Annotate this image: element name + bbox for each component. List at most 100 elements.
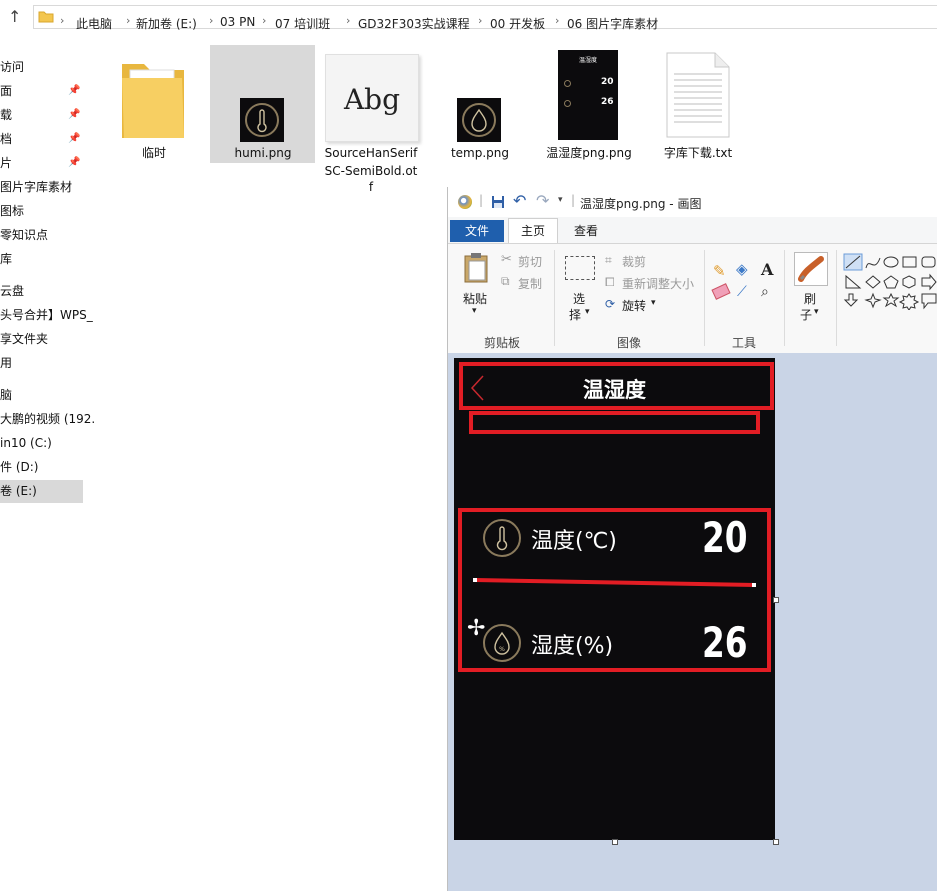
breadcrumb-item[interactable]: 新加卷 (E:) bbox=[136, 15, 197, 32]
crop-label[interactable]: 裁剪 bbox=[622, 253, 646, 270]
select-icon[interactable] bbox=[565, 256, 595, 280]
brush-label[interactable]: 刷 bbox=[804, 290, 816, 307]
brush-label[interactable]: 子 bbox=[800, 306, 812, 323]
image-thumbnail bbox=[240, 98, 284, 142]
pin-icon: 📌 bbox=[68, 157, 81, 168]
select-label[interactable]: 选 bbox=[573, 290, 585, 307]
eraser-icon[interactable] bbox=[711, 283, 731, 300]
window-title: 温湿度png.png - 画图 bbox=[580, 197, 702, 211]
fill-icon[interactable]: ◈ bbox=[736, 260, 748, 278]
resize-handle[interactable] bbox=[612, 839, 618, 845]
nav-item[interactable]: 脑 bbox=[0, 384, 12, 406]
image-thumbnail: 温湿度 20 26 bbox=[558, 50, 618, 140]
breadcrumb-item[interactable]: 07 培训班 bbox=[275, 15, 330, 32]
breadcrumb-item[interactable]: 00 开发板 bbox=[490, 15, 545, 32]
cut-label[interactable]: 剪切 bbox=[518, 253, 542, 270]
humidity-icon: % bbox=[483, 624, 521, 662]
humidity-icon bbox=[564, 100, 571, 107]
paint-app-icon[interactable] bbox=[458, 195, 472, 209]
folder-icon bbox=[38, 11, 54, 23]
resize-handle[interactable] bbox=[773, 839, 779, 845]
mini-humi-value: 26 bbox=[601, 97, 614, 107]
magnifier-icon[interactable]: ⌕ bbox=[761, 284, 769, 300]
copy-label[interactable]: 复制 bbox=[518, 275, 542, 292]
nav-item[interactable]: 访问 bbox=[0, 56, 24, 78]
chevron-down-icon[interactable]: ▾ bbox=[472, 306, 477, 316]
file-name: SourceHanSerif bbox=[324, 146, 418, 160]
nav-item[interactable]: 云盘 bbox=[0, 280, 24, 302]
crop-icon[interactable]: ⌗ bbox=[605, 253, 612, 268]
nav-item[interactable]: 零知识点 bbox=[0, 224, 48, 246]
pin-icon: 📌 bbox=[68, 133, 81, 144]
screen-title: 温湿度 bbox=[583, 378, 646, 402]
rotate-label[interactable]: 旋转 bbox=[622, 297, 646, 314]
save-icon[interactable] bbox=[491, 195, 505, 209]
nav-item[interactable]: 享文件夹 bbox=[0, 328, 48, 350]
file-name: 字库下载.txt bbox=[663, 146, 733, 160]
breadcrumb-item[interactable]: 此电脑 bbox=[76, 15, 112, 32]
mini-temp-value: 20 bbox=[601, 77, 614, 87]
text-file-icon bbox=[666, 52, 730, 138]
resize-icon[interactable]: ⧠ bbox=[605, 275, 615, 290]
nav-item[interactable]: 面 bbox=[0, 80, 12, 102]
temperature-value: 20 bbox=[702, 513, 748, 562]
breadcrumb[interactable]: › 此电脑 › 新加卷 (E:) › 03 PN › 07 培训班 › GD32… bbox=[33, 5, 937, 32]
tab-file[interactable]: 文件 bbox=[450, 220, 504, 242]
nav-item[interactable]: 卷 (E:) bbox=[0, 480, 37, 502]
file-name: f bbox=[368, 180, 374, 194]
nav-item[interactable]: 图标 bbox=[0, 200, 24, 222]
folder-icon bbox=[122, 64, 184, 138]
paste-label[interactable]: 粘贴 bbox=[463, 290, 487, 307]
tab-home[interactable]: 主页 bbox=[508, 218, 558, 244]
breadcrumb-item[interactable]: 06 图片字库素材 bbox=[567, 15, 658, 32]
canvas-image[interactable]: 温湿度 温度(℃) 20 % ✢ 湿度(%) 26 bbox=[454, 358, 775, 840]
redo-icon[interactable]: ↷ bbox=[536, 191, 549, 210]
annotation-line bbox=[473, 578, 756, 587]
nav-item[interactable]: 用 bbox=[0, 352, 12, 374]
paste-icon[interactable] bbox=[462, 252, 490, 284]
breadcrumb-item[interactable]: 03 PN bbox=[220, 15, 255, 29]
thermometer-icon bbox=[483, 519, 521, 557]
nav-item[interactable]: 头号合并】WPS_ bbox=[0, 304, 93, 326]
breadcrumb-item[interactable]: GD32F303实战课程 bbox=[358, 15, 470, 32]
nav-item[interactable]: 载 bbox=[0, 104, 12, 126]
customize-qat-icon[interactable]: ▾ bbox=[558, 195, 563, 205]
nav-item[interactable]: 片 bbox=[0, 152, 12, 174]
rotate-icon[interactable]: ⟳ bbox=[605, 297, 615, 311]
cut-icon[interactable]: ✂ bbox=[501, 252, 512, 267]
nav-item[interactable]: 件 (D:) bbox=[0, 456, 38, 478]
tab-view[interactable]: 查看 bbox=[564, 220, 608, 242]
shapes-gallery[interactable] bbox=[842, 250, 937, 311]
title-bar: | ↶ ↷ ▾ | 温湿度png.png - 画图 bbox=[448, 187, 937, 217]
temperature-label: 温度(℃) bbox=[531, 529, 617, 554]
nav-item[interactable]: 档 bbox=[0, 128, 12, 150]
divider bbox=[704, 250, 705, 346]
pencil-icon[interactable]: ✎ bbox=[713, 262, 726, 280]
copy-icon[interactable]: ⧉ bbox=[501, 274, 510, 289]
font-preview: Abg bbox=[343, 83, 401, 116]
nav-item[interactable]: 大鹏的视频 (192. bbox=[0, 408, 95, 430]
chevron-right-icon: › bbox=[126, 14, 131, 27]
file-name: humi.png bbox=[234, 146, 292, 160]
nav-item[interactable]: 库 bbox=[0, 248, 12, 270]
chevron-down-icon[interactable]: ▾ bbox=[585, 307, 590, 317]
color-picker-icon[interactable]: ⟋ bbox=[737, 284, 747, 300]
chevron-right-icon: › bbox=[262, 14, 267, 27]
up-arrow-icon[interactable]: ↑ bbox=[8, 7, 21, 26]
nav-item[interactable]: 图片字库素材 bbox=[0, 176, 72, 198]
chevron-down-icon[interactable]: ▾ bbox=[814, 307, 819, 317]
nav-item[interactable]: in10 (C:) bbox=[0, 432, 52, 454]
resize-handle[interactable] bbox=[773, 597, 779, 603]
resize-label[interactable]: 重新调整大小 bbox=[622, 275, 694, 292]
address-bar: ↑ › 此电脑 › 新加卷 (E:) › 03 PN › 07 培训班 › GD… bbox=[0, 0, 937, 34]
brush-icon[interactable] bbox=[794, 252, 828, 286]
select-label[interactable]: 择 bbox=[569, 306, 581, 323]
image-thumbnail bbox=[457, 98, 501, 142]
chevron-right-icon: › bbox=[60, 14, 65, 27]
divider bbox=[836, 250, 837, 346]
undo-icon[interactable]: ↶ bbox=[513, 191, 526, 210]
crosshair-cursor-icon: ✢ bbox=[467, 616, 486, 641]
text-icon[interactable]: A bbox=[761, 260, 773, 279]
chevron-down-icon[interactable]: ▾ bbox=[651, 298, 656, 308]
chevron-right-icon: › bbox=[478, 14, 483, 27]
